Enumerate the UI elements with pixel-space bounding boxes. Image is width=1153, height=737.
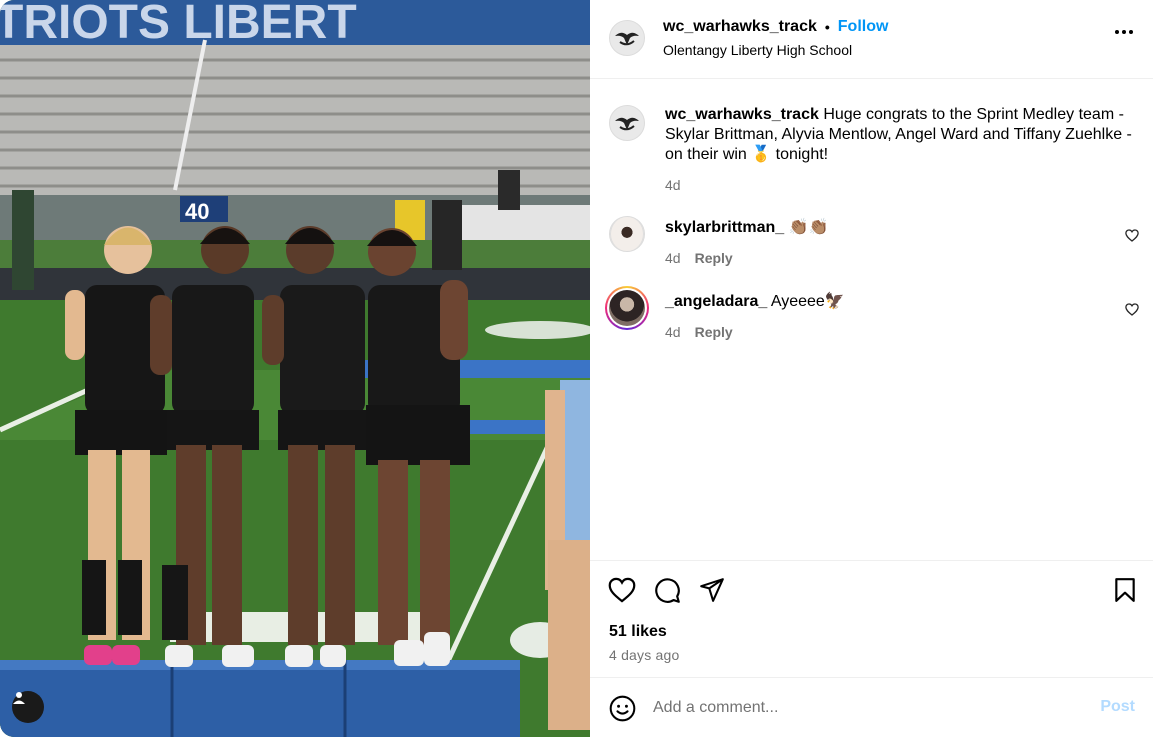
caption-timestamp[interactable]: 4d xyxy=(665,175,681,195)
profile-picture xyxy=(610,217,644,251)
comment-text: Ayeeee🦅 xyxy=(770,293,845,310)
comment-text: 👏🏽👏🏽 xyxy=(788,219,829,236)
reply-button[interactable]: Reply xyxy=(695,322,733,342)
author-avatar[interactable] xyxy=(609,20,645,56)
sign-number: 40 xyxy=(185,199,209,224)
separator-dot: • xyxy=(824,19,830,35)
share-button[interactable] xyxy=(698,576,726,604)
banner-text: TRIOTS LIBERT xyxy=(0,0,357,49)
comment-composer: Post xyxy=(590,677,1153,737)
like-count[interactable]: 51 likes xyxy=(609,623,667,641)
share-icon xyxy=(700,578,724,602)
tagged-users-button[interactable] xyxy=(12,691,44,723)
post-comment-button[interactable]: Post xyxy=(1100,698,1135,716)
heart-icon xyxy=(608,577,636,603)
like-comment-heart-icon[interactable] xyxy=(1125,229,1139,242)
caption-avatar[interactable] xyxy=(609,105,645,141)
emoji-icon[interactable] xyxy=(609,695,636,722)
post-modal: TRIOTS LIBERT 40 wc_warhawks_track • Fol… xyxy=(0,0,1153,737)
comment-button[interactable] xyxy=(653,576,681,604)
post-location[interactable]: Olentangy Liberty High School xyxy=(663,42,888,58)
save-button[interactable] xyxy=(1111,576,1139,604)
post-actions: 51 likes 4 days ago xyxy=(590,560,1153,677)
comment-input[interactable] xyxy=(653,697,1073,719)
like-button[interactable] xyxy=(608,576,636,604)
comment-item: _angeladara_ Ayeeee🦅 4d Reply xyxy=(605,286,1139,342)
warhawk-logo-icon xyxy=(615,32,639,46)
post-timestamp[interactable]: 4 days ago xyxy=(609,647,680,663)
reply-button[interactable]: Reply xyxy=(695,248,733,268)
commenter-avatar[interactable] xyxy=(609,216,645,252)
bookmark-icon xyxy=(1115,578,1135,602)
profile-picture xyxy=(609,290,645,326)
comment-icon xyxy=(654,577,680,603)
comment-item: skylarbrittman_ 👏🏽👏🏽 4d Reply xyxy=(609,216,1139,268)
post-side-panel: wc_warhawks_track • Follow Olentangy Lib… xyxy=(590,0,1153,737)
person-icon xyxy=(13,692,25,704)
more-options-icon[interactable] xyxy=(1115,30,1133,34)
caption-username[interactable]: wc_warhawks_track xyxy=(665,106,819,123)
author-username[interactable]: wc_warhawks_track xyxy=(663,18,817,36)
follow-button[interactable]: Follow xyxy=(838,18,889,36)
track-photo-illustration: TRIOTS LIBERT 40 xyxy=(0,0,590,737)
post-header: wc_warhawks_track • Follow Olentangy Lib… xyxy=(590,0,1153,79)
comment-username[interactable]: skylarbrittman_ xyxy=(665,219,784,236)
comment-username[interactable]: _angeladara_ xyxy=(665,293,767,310)
like-comment-heart-icon[interactable] xyxy=(1125,303,1139,316)
comment-timestamp[interactable]: 4d xyxy=(665,322,681,342)
caption: wc_warhawks_track Huge congrats to the S… xyxy=(609,105,1139,195)
post-photo[interactable]: TRIOTS LIBERT 40 xyxy=(0,0,590,737)
comment-timestamp[interactable]: 4d xyxy=(665,248,681,268)
story-ring-avatar[interactable] xyxy=(605,286,649,330)
warhawk-logo-icon xyxy=(615,117,639,131)
comments-list: wc_warhawks_track Huge congrats to the S… xyxy=(590,79,1153,560)
